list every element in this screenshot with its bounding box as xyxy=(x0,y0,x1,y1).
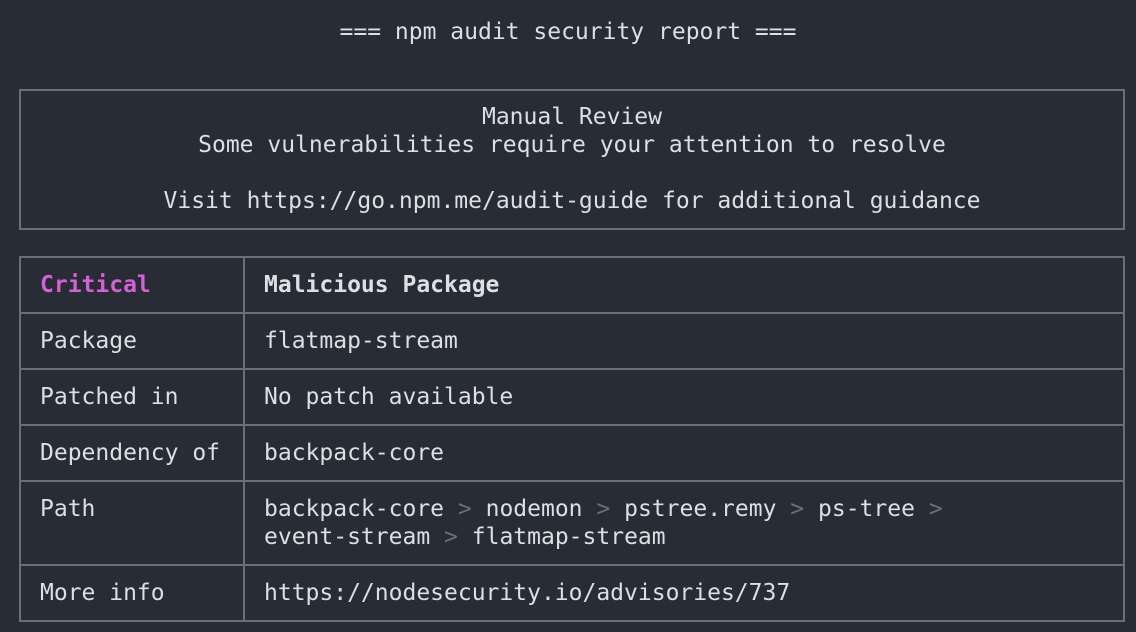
table-row-package: Package flatmap-stream xyxy=(21,314,1123,370)
severity-label: Critical xyxy=(40,272,151,298)
review-heading: Manual Review xyxy=(481,104,662,130)
path-node: pstree.remy xyxy=(624,496,777,522)
dependency-of-value: backpack-core xyxy=(264,440,445,466)
column-divider xyxy=(243,370,245,424)
path-separator: > xyxy=(444,524,458,550)
table-row-header: Critical Malicious Package xyxy=(21,258,1123,314)
report-title: === npm audit security report === xyxy=(339,19,797,45)
review-message: Some vulnerabilities require your attent… xyxy=(198,132,946,158)
advisory-table: Critical Malicious Package Package flatm… xyxy=(19,256,1125,622)
row-key: Dependency of xyxy=(40,440,221,466)
path-node: flatmap-stream xyxy=(471,524,666,550)
path-node: backpack-core xyxy=(264,496,445,522)
review-guide-text: Visit https://go.npm.me/audit-guide for … xyxy=(163,188,981,214)
path-separator: > xyxy=(790,496,805,522)
terminal-window: === npm audit security report === Manual… xyxy=(0,0,1136,632)
manual-review-box: Manual Review Some vulnerabilities requi… xyxy=(19,89,1125,230)
row-key: Package xyxy=(40,328,137,354)
column-divider xyxy=(243,314,245,368)
row-key: Path xyxy=(40,496,96,522)
path-node: ps-tree xyxy=(818,496,915,522)
column-divider xyxy=(243,426,245,480)
table-row-more-info: More info https://nodesecurity.io/adviso… xyxy=(21,566,1123,622)
row-key: More info xyxy=(40,580,165,606)
path-separator: > xyxy=(928,496,943,522)
row-key: Patched in xyxy=(40,384,179,410)
table-row-patched: Patched in No patch available xyxy=(21,370,1123,426)
path-separator: > xyxy=(457,496,472,522)
path-separator: > xyxy=(596,496,611,522)
advisory-title: Malicious Package xyxy=(264,272,500,298)
dependency-path: backpack-core > nodemon > pstree.remy > … xyxy=(264,495,943,551)
column-divider xyxy=(243,482,245,564)
column-divider xyxy=(243,258,245,312)
table-row-path: Path backpack-core > nodemon > pstree.re… xyxy=(21,482,1123,566)
path-node: event-stream xyxy=(264,524,431,550)
path-node: nodemon xyxy=(485,496,583,522)
table-row-dependency: Dependency of backpack-core xyxy=(21,426,1123,482)
advisory-link[interactable]: https://nodesecurity.io/advisories/737 xyxy=(264,579,790,607)
package-name: flatmap-stream xyxy=(264,328,458,354)
patched-in-value: No patch available xyxy=(264,384,514,410)
column-divider xyxy=(243,566,245,622)
